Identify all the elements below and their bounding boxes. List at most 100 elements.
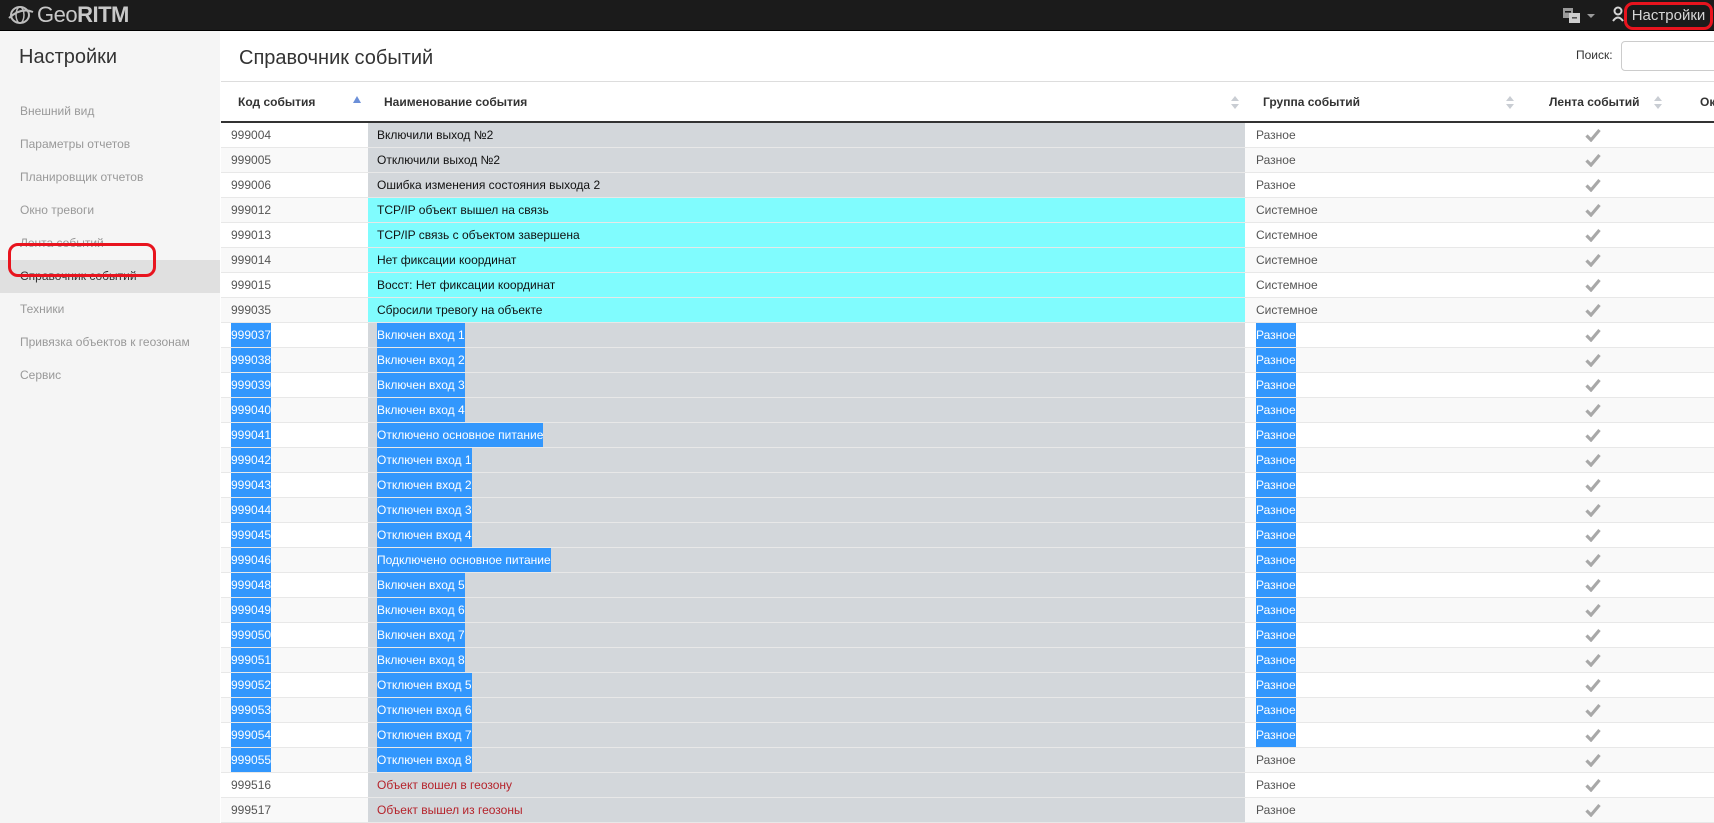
table-row[interactable]: 999012 TCP/IP объект вышел на связь Систем… — [221, 198, 1714, 223]
table-row[interactable]: 999049 Включен вход 6 Разное — [221, 598, 1714, 623]
event-group: Разное — [1256, 178, 1296, 192]
event-group: Разное — [1256, 398, 1296, 422]
event-code: 999046 — [231, 548, 272, 572]
checkmark-icon — [1585, 703, 1601, 717]
table-row[interactable]: 999004 Включили выход №2 Разное — [221, 123, 1714, 148]
table-row[interactable]: 999035 Сбросили тревогу на объекте Системн… — [221, 298, 1714, 323]
table-row[interactable]: 999046 Подключено основное питание Разное — [221, 548, 1714, 573]
table-row[interactable]: 999054 Отключен вход 7 Разное — [221, 723, 1714, 748]
sidebar-item-service[interactable]: Сервис — [0, 359, 220, 392]
event-group: Разное — [1256, 498, 1296, 522]
settings-sidebar: Настройки Внешний вид Параметры отчетов … — [0, 31, 220, 823]
page-title: Справочник событий — [239, 47, 434, 69]
checkmark-icon — [1585, 353, 1601, 367]
table-row[interactable]: 999053 Отключен вход 6 Разное — [221, 698, 1714, 723]
column-header-code[interactable]: Код события — [238, 82, 315, 122]
search-input[interactable] — [1621, 41, 1714, 71]
table-row[interactable]: 999050 Включен вход 7 Разное — [221, 623, 1714, 648]
checkmark-icon — [1585, 453, 1601, 467]
sidebar-item-report-params[interactable]: Параметры отчетов — [0, 128, 220, 161]
checkmark-icon — [1585, 803, 1601, 817]
table-row[interactable]: 999041 Отключено основное питание Разное — [221, 423, 1714, 448]
table-row[interactable]: 999005 Отключили выход №2 Разное — [221, 148, 1714, 173]
table-row[interactable]: 999038 Включен вход 2 Разное — [221, 348, 1714, 373]
event-code: 999054 — [231, 723, 272, 747]
sort-asc-icon[interactable] — [353, 96, 361, 103]
checkmark-icon — [1585, 128, 1601, 142]
table-row[interactable]: 999006 Ошибка изменения состояния выхода … — [221, 173, 1714, 198]
sidebar-item-techniques[interactable]: Техники — [0, 293, 220, 326]
sidebar-item-alarm-window[interactable]: Окно тревоги — [0, 194, 220, 227]
table-row[interactable]: 999040 Включен вход 4 Разное — [221, 398, 1714, 423]
event-code: 999040 — [231, 398, 272, 422]
brand-text-ritm: RITM — [77, 2, 129, 27]
table-row[interactable]: 999517 Объект вышел из геозоны Разное — [221, 798, 1714, 823]
sidebar-title: Настройки — [19, 46, 118, 68]
table-row[interactable]: 999048 Включен вход 5 Разное — [221, 573, 1714, 598]
checkmark-icon — [1585, 478, 1601, 492]
event-name: Восст: Нет фиксации координат — [377, 278, 556, 292]
sidebar-item-event-feed[interactable]: Лента событий — [0, 227, 220, 260]
event-group: Разное — [1256, 673, 1296, 697]
event-code: 999037 — [231, 323, 272, 347]
checkmark-icon — [1585, 303, 1601, 317]
table-row[interactable]: 999014 Нет фиксации координат Системное — [221, 248, 1714, 273]
table-row[interactable]: 999516 Объект вошел в геозону Разное — [221, 773, 1714, 798]
settings-link[interactable]: Настройки — [1624, 2, 1713, 30]
event-code: 999048 — [231, 573, 272, 597]
checkmark-icon — [1585, 528, 1601, 542]
event-name: Отключен вход 4 — [377, 523, 472, 547]
brand-logo[interactable]: Geo RITM — [8, 2, 129, 27]
name-cell-background — [368, 598, 1245, 622]
event-name: Включен вход 2 — [377, 348, 465, 372]
sort-icon[interactable] — [1654, 96, 1662, 110]
user-menu[interactable] — [1612, 6, 1624, 25]
column-header-group[interactable]: Группа событий — [1263, 82, 1360, 122]
sort-icon[interactable] — [1231, 96, 1239, 110]
table-row[interactable]: 999043 Отключен вход 2 Разное — [221, 473, 1714, 498]
language-dropdown[interactable] — [1563, 8, 1595, 23]
event-name: Отключен вход 2 — [377, 473, 472, 497]
name-cell-background — [368, 723, 1245, 747]
table-row[interactable]: 999015 Восст: Нет фиксации координат Систе… — [221, 273, 1714, 298]
sort-icon[interactable] — [1506, 96, 1514, 110]
table-row[interactable]: 999039 Включен вход 3 Разное — [221, 373, 1714, 398]
sidebar-item-report-scheduler[interactable]: Планировщик отчетов — [0, 161, 220, 194]
event-group: Разное — [1256, 753, 1296, 767]
event-name: Включили выход №2 — [377, 128, 494, 142]
table-row[interactable]: 999044 Отключен вход 3 Разное — [221, 498, 1714, 523]
table-row[interactable]: 999042 Отключен вход 1 Разное — [221, 448, 1714, 473]
sidebar-item-appearance[interactable]: Внешний вид — [0, 95, 220, 128]
event-group: Разное — [1256, 348, 1296, 372]
table-row[interactable]: 999052 Отключен вход 5 Разное — [221, 673, 1714, 698]
event-group: Разное — [1256, 128, 1296, 142]
event-name: Включен вход 4 — [377, 398, 465, 422]
name-cell-background — [368, 373, 1245, 397]
checkmark-icon — [1585, 503, 1601, 517]
event-name: Нет фиксации координат — [377, 253, 517, 267]
event-code: 999044 — [231, 498, 272, 522]
column-header-feed[interactable]: Лента событий — [1549, 82, 1640, 122]
table-row[interactable]: 999055 Отключен вход 8 Разное — [221, 748, 1714, 773]
event-code: 999006 — [231, 178, 272, 192]
sidebar-item-event-directory[interactable]: Справочник событий — [0, 260, 220, 293]
table-row[interactable]: 999045 Отключен вход 4 Разное — [221, 523, 1714, 548]
name-cell-background — [368, 498, 1245, 522]
event-name: Включен вход 5 — [377, 573, 465, 597]
checkmark-icon — [1585, 728, 1601, 742]
checkmark-icon — [1585, 153, 1601, 167]
event-name: Ошибка изменения состояния выхода 2 — [377, 178, 601, 192]
table-row[interactable]: 999013 TCP/IP связь с объектом завершена С… — [221, 223, 1714, 248]
table-row[interactable]: 999051 Включен вход 8 Разное — [221, 648, 1714, 673]
event-code: 999045 — [231, 523, 272, 547]
checkmark-icon — [1585, 678, 1601, 692]
event-code: 999015 — [231, 278, 272, 292]
event-name: Включен вход 3 — [377, 373, 465, 397]
column-header-name[interactable]: Наименование события — [384, 82, 527, 122]
column-header-window[interactable]: Ок — [1700, 82, 1714, 122]
checkmark-icon — [1585, 178, 1601, 192]
name-cell-background — [368, 623, 1245, 647]
table-row[interactable]: 999037 Включен вход 1 Разное — [221, 323, 1714, 348]
sidebar-item-geozone-binding[interactable]: Привязка объектов к геозонам — [0, 326, 220, 359]
event-code: 999516 — [231, 778, 272, 792]
